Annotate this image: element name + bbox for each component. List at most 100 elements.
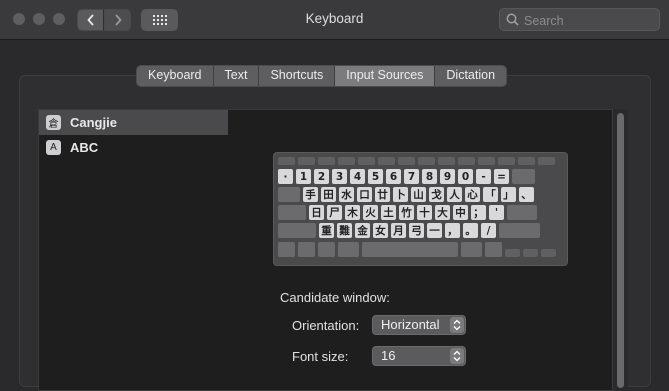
key xyxy=(378,157,395,165)
key: 8 xyxy=(422,169,437,184)
font-size-label: Font size: xyxy=(292,349,349,364)
space-key xyxy=(362,242,458,257)
key: ； xyxy=(471,205,486,220)
function-key-row xyxy=(278,157,555,165)
key: 日 xyxy=(309,205,324,220)
arrow-down-key xyxy=(523,249,538,257)
key: 、 xyxy=(519,187,534,202)
list-item-label: ABC xyxy=(70,140,99,155)
tab-text[interactable]: Text xyxy=(214,66,260,86)
key: 手 xyxy=(303,187,318,202)
tab-key xyxy=(278,187,300,202)
command-key xyxy=(338,242,359,257)
key xyxy=(518,157,535,165)
key: 難 xyxy=(337,223,352,238)
key: 心 xyxy=(465,187,480,202)
key: 戈 xyxy=(429,187,444,202)
scroll-thumb[interactable] xyxy=(617,113,624,388)
key: 竹 xyxy=(399,205,414,220)
key xyxy=(458,157,475,165)
keyboard-layout-preview: · 1 2 3 4 5 6 7 8 9 0 - = 手 田 水 口 廿 卜 山 … xyxy=(273,152,568,266)
option-key xyxy=(318,242,335,257)
key: 口 xyxy=(357,187,372,202)
search-input[interactable] xyxy=(522,11,656,30)
font-size-value: 16 xyxy=(381,348,396,363)
key-row-4: 重 難 金 女 月 弓 一 ， 。 / xyxy=(278,223,540,238)
key: 重 xyxy=(319,223,334,238)
key: 尸 xyxy=(327,205,342,220)
orientation-popup[interactable]: Horizontal xyxy=(372,315,466,335)
key: 卜 xyxy=(393,187,408,202)
cangjie-icon: 倉 xyxy=(46,115,61,130)
title-bar: Keyboard xyxy=(0,0,669,40)
list-item-abc[interactable]: A ABC xyxy=(39,135,228,160)
key: 女 xyxy=(373,223,388,238)
key: 人 xyxy=(447,187,462,202)
key-row-3: 日 尸 木 火 土 竹 十 大 中 ； ' xyxy=(278,205,537,220)
orientation-label: Orientation: xyxy=(292,318,360,333)
key xyxy=(418,157,435,165)
candidate-window-heading: Candidate window: xyxy=(280,290,390,305)
key: 田 xyxy=(321,187,336,202)
arrow-right-key xyxy=(541,249,556,257)
input-sources-list[interactable]: 倉 Cangjie A ABC xyxy=(38,109,229,391)
command-key xyxy=(461,242,482,257)
key: 一 xyxy=(427,223,442,238)
key: 木 xyxy=(345,205,360,220)
key: 3 xyxy=(332,169,347,184)
key: 。 xyxy=(463,223,478,238)
font-size-popup[interactable]: 16 xyxy=(372,346,466,366)
key: 金 xyxy=(355,223,370,238)
list-item-cangjie[interactable]: 倉 Cangjie xyxy=(39,110,228,135)
key: 火 xyxy=(363,205,378,220)
delete-key xyxy=(512,169,535,184)
abc-icon: A xyxy=(46,140,61,155)
key: 「 xyxy=(483,187,498,202)
key: 大 xyxy=(435,205,450,220)
caps-lock-key xyxy=(278,205,306,220)
left-shift-key xyxy=(278,223,316,238)
key xyxy=(338,157,355,165)
key: ' xyxy=(489,205,504,220)
arrow-left-key xyxy=(505,249,520,257)
key xyxy=(318,157,335,165)
key-row-2: 手 田 水 口 廿 卜 山 戈 人 心 「 」 、 xyxy=(278,187,534,202)
popup-stepper-icon xyxy=(450,317,464,333)
key xyxy=(298,157,315,165)
search-icon xyxy=(506,13,519,26)
key: 土 xyxy=(381,205,396,220)
list-item-label: Cangjie xyxy=(70,115,117,130)
key xyxy=(278,157,295,165)
tab-dictation[interactable]: Dictation xyxy=(435,66,506,86)
tab-input-sources[interactable]: Input Sources xyxy=(335,66,436,86)
detail-scrollbar[interactable] xyxy=(612,109,628,389)
key xyxy=(538,157,555,165)
key: 2 xyxy=(314,169,329,184)
key: 十 xyxy=(417,205,432,220)
option-key xyxy=(485,242,502,257)
right-shift-key xyxy=(499,223,540,238)
key: 6 xyxy=(386,169,401,184)
tab-shortcuts[interactable]: Shortcuts xyxy=(259,66,336,86)
key xyxy=(478,157,495,165)
tab-keyboard[interactable]: Keyboard xyxy=(137,66,214,86)
key: 9 xyxy=(440,169,455,184)
key: / xyxy=(481,223,496,238)
number-key-row: · 1 2 3 4 5 6 7 8 9 0 - = xyxy=(278,169,535,184)
key: 弓 xyxy=(409,223,424,238)
key xyxy=(358,157,375,165)
return-key xyxy=(507,205,537,220)
control-key xyxy=(298,242,315,257)
key xyxy=(438,157,455,165)
key: · xyxy=(278,169,293,184)
popup-stepper-icon xyxy=(450,348,464,364)
key: 4 xyxy=(350,169,365,184)
key: 1 xyxy=(296,169,311,184)
key xyxy=(398,157,415,165)
key: 5 xyxy=(368,169,383,184)
key xyxy=(498,157,515,165)
key: 月 xyxy=(391,223,406,238)
search-field[interactable] xyxy=(499,8,660,31)
tab-bar: Keyboard Text Shortcuts Input Sources Di… xyxy=(136,65,508,87)
key: ， xyxy=(445,223,460,238)
